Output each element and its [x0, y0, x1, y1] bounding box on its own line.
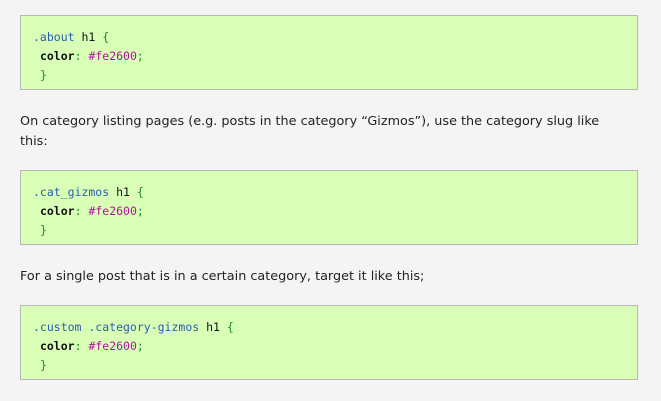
- code-line-selector: .cat_gizmos h1 {: [33, 183, 625, 202]
- code-line-close: }: [33, 356, 625, 375]
- open-brace: {: [136, 185, 144, 199]
- css-selector: .custom .category-gizmos: [33, 320, 200, 334]
- paragraph-category-listing: On category listing pages (e.g. posts in…: [20, 114, 600, 149]
- semicolon: ;: [136, 49, 144, 63]
- css-selector: .cat_gizmos: [33, 185, 110, 199]
- colon: :: [74, 339, 82, 353]
- code-line-declaration: color: #fe2600;: [33, 47, 625, 66]
- code-line-close: }: [33, 66, 625, 85]
- css-property: color: [39, 49, 75, 63]
- colon: :: [74, 49, 82, 63]
- css-value: #fe2600: [88, 204, 137, 218]
- semicolon: ;: [136, 339, 144, 353]
- css-selector: .about: [33, 30, 75, 44]
- colon: :: [74, 204, 82, 218]
- paragraph-single-post: For a single post that is in a certain c…: [20, 269, 425, 284]
- code-line-declaration: color: #fe2600;: [33, 202, 625, 221]
- css-element: h1: [116, 185, 130, 199]
- close-brace: }: [39, 68, 47, 82]
- semicolon: ;: [136, 204, 144, 218]
- css-property: color: [39, 339, 75, 353]
- css-element: h1: [81, 30, 96, 44]
- code-line-selector: .custom .category-gizmos h1 {: [33, 318, 625, 337]
- open-brace: {: [226, 320, 234, 334]
- css-value: #fe2600: [88, 49, 137, 63]
- close-brace: }: [39, 223, 47, 237]
- css-property: color: [39, 204, 75, 218]
- code-block-about: .about h1 { color: #fe2600; }: [20, 15, 638, 90]
- code-line-selector: .about h1 {: [33, 28, 625, 47]
- code-block-custom-category-gizmos: .custom .category-gizmos h1 { color: #fe…: [20, 305, 638, 380]
- close-brace: }: [39, 358, 47, 372]
- code-block-cat-gizmos: .cat_gizmos h1 { color: #fe2600; }: [20, 170, 638, 245]
- css-element: h1: [206, 320, 220, 334]
- code-line-declaration: color: #fe2600;: [33, 337, 625, 356]
- open-brace: {: [102, 30, 110, 44]
- css-value: #fe2600: [88, 339, 137, 353]
- code-line-close: }: [33, 221, 625, 240]
